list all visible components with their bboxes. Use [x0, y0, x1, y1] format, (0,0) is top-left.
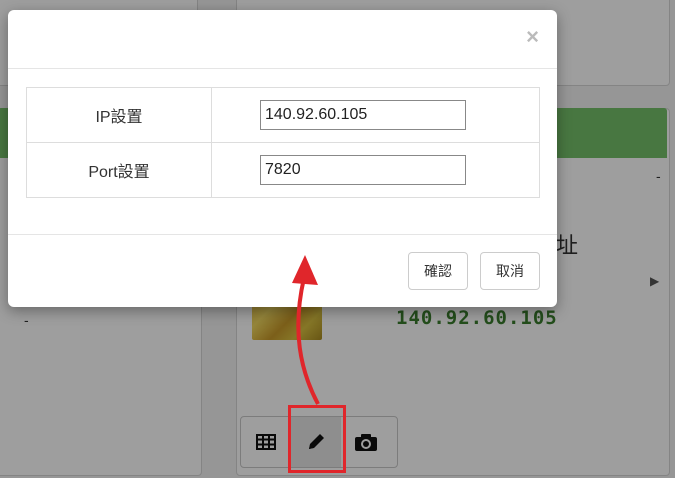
ip-input[interactable] [260, 100, 466, 130]
settings-form-table: IP設置 Port設置 [26, 87, 540, 198]
modal-footer: 確認 取消 [8, 234, 557, 308]
modal-header: × [8, 10, 557, 69]
ip-label: IP設置 [26, 87, 212, 143]
highlight-box [288, 405, 346, 473]
port-label: Port設置 [26, 142, 212, 198]
confirm-button[interactable]: 確認 [408, 252, 468, 290]
settings-modal: × IP設置 Port設置 確認 取消 [8, 10, 557, 307]
close-icon[interactable]: × [526, 26, 539, 48]
port-input[interactable] [260, 155, 466, 185]
table-row: IP設置 [26, 87, 540, 143]
cancel-button[interactable]: 取消 [480, 252, 540, 290]
table-row: Port設置 [26, 142, 540, 198]
